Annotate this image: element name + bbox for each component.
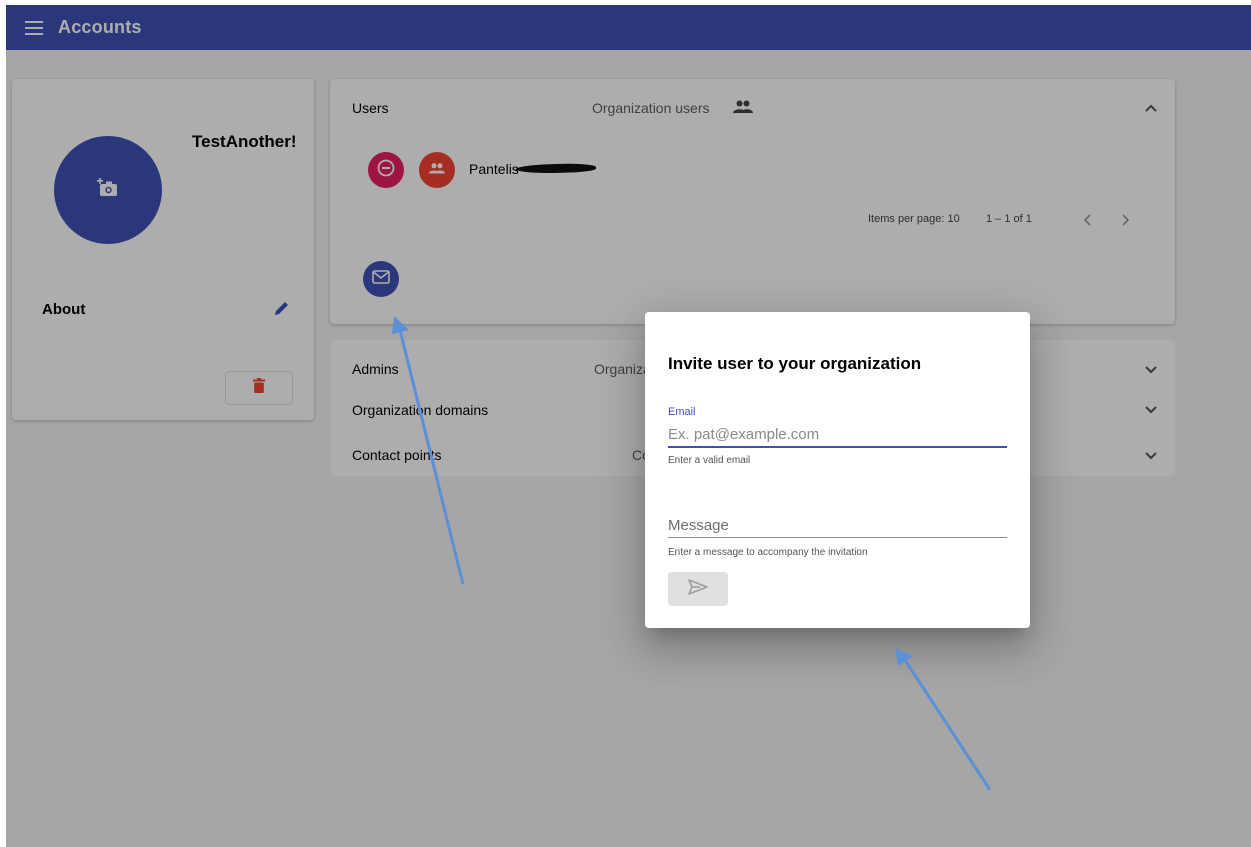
dialog-title: Invite user to your organization [668,354,922,373]
invite-user-dialog: Invite user to your organization Email E… [645,312,1030,628]
email-hint: Enter a valid email [668,455,751,466]
email-field-label: Email [668,406,696,418]
dialog-backdrop[interactable] [6,5,1251,847]
app-window: Accounts TestAnother! About Users Organi… [6,5,1251,847]
email-field[interactable] [668,422,1007,448]
message-hint: Enter a message to accompany the invitat… [668,547,868,558]
send-icon [688,578,708,600]
send-invite-button[interactable] [668,572,728,606]
message-field[interactable] [668,513,1007,538]
